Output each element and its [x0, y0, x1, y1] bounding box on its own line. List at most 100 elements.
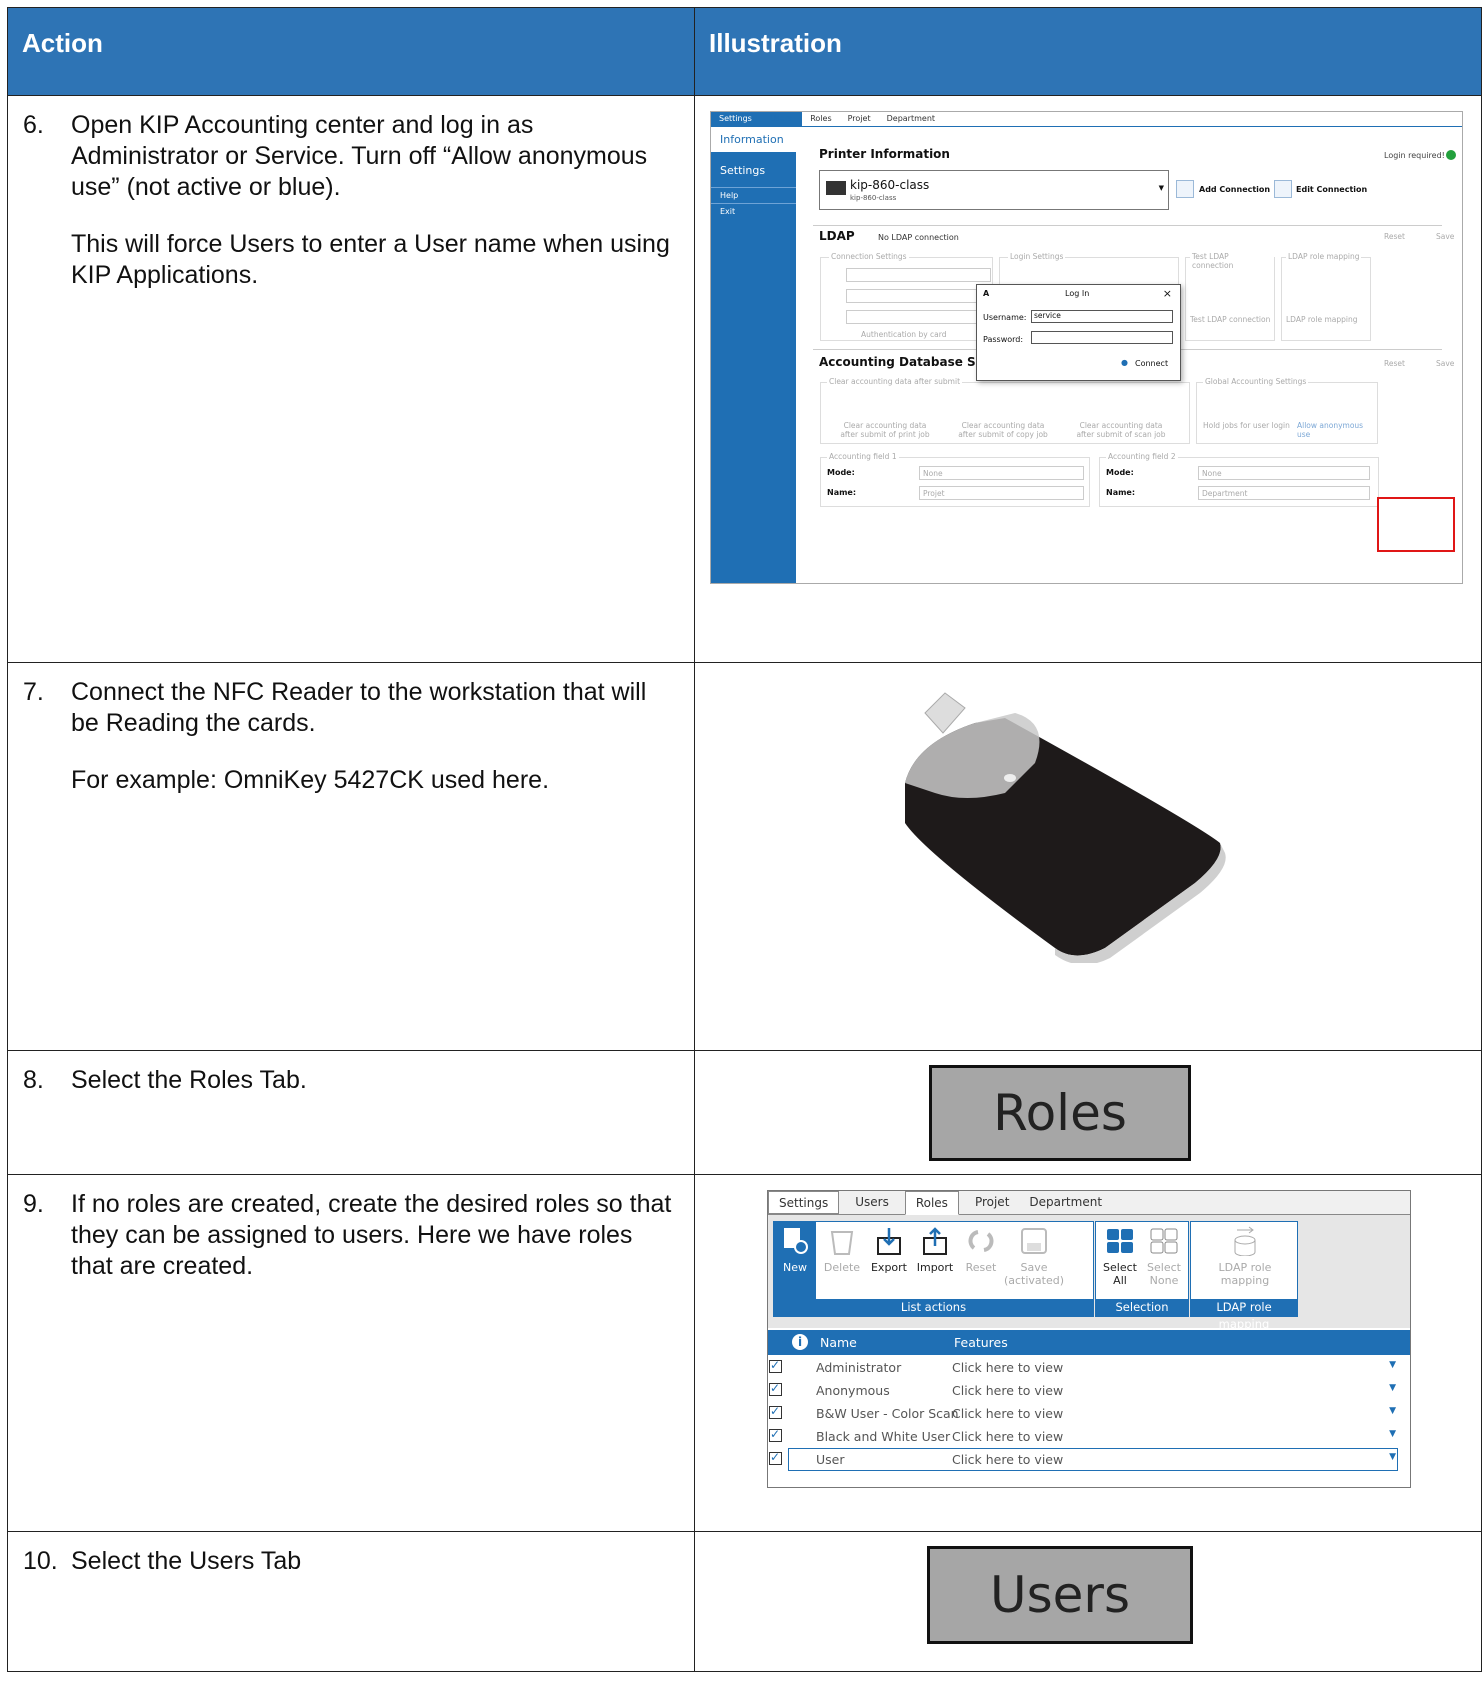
row-checkbox[interactable] — [769, 1381, 782, 1396]
tab-roles[interactable]: Roles — [904, 1191, 959, 1215]
chevron-down-icon[interactable]: ▼ — [1389, 1406, 1396, 1416]
database-icon — [1234, 1226, 1256, 1256]
clear-print-button[interactable]: Clear accounting data after submit of pr… — [835, 421, 935, 439]
connect-button[interactable]: Connect — [1135, 359, 1168, 368]
delete-button[interactable]: Delete — [820, 1222, 864, 1300]
chevron-down-icon[interactable]: ▼ — [1389, 1452, 1396, 1462]
save-icon — [1021, 1228, 1047, 1254]
edit-connection-button[interactable]: Edit Connection — [1296, 185, 1367, 194]
printer-select[interactable]: kip-860-class kip-860-class ▼ — [819, 170, 1169, 210]
table-row[interactable]: B&W User - Color Scan Click here to view… — [768, 1402, 1410, 1425]
role-features[interactable]: Click here to view — [952, 1383, 1063, 1398]
ldap-role-mapping-button[interactable]: LDAP role mapping — [1286, 315, 1357, 324]
server-field[interactable] — [846, 268, 991, 282]
clear-scan-button[interactable]: Clear accounting data after submit of sc… — [1071, 421, 1171, 439]
new-icon — [784, 1228, 808, 1254]
password-label: Password: — [983, 335, 1024, 344]
base-dn-field[interactable] — [846, 310, 991, 324]
sidebar-item-exit[interactable]: Exit — [711, 203, 796, 219]
list-actions-caption: List actions — [774, 1299, 1093, 1316]
tab-settings[interactable]: Settings — [768, 1191, 840, 1214]
sidebar-item-settings[interactable]: Settings — [711, 158, 796, 183]
login-settings-label: Login Settings — [1008, 252, 1066, 261]
select-all-icon — [1107, 1229, 1133, 1253]
accounting-reset-button[interactable]: Reset — [1384, 359, 1405, 368]
tab-users[interactable]: Users — [759, 112, 803, 126]
printer-name: kip-860-class — [850, 178, 930, 192]
table-row-selected[interactable]: User Click here to view ▼ — [768, 1448, 1410, 1471]
row-checkbox[interactable] — [769, 1358, 782, 1373]
list-actions-group: New Delete Export Import Reset Save (act… — [773, 1221, 1094, 1317]
table-row[interactable]: Black and White User Click here to view … — [768, 1425, 1410, 1448]
mode-label: Mode: — [1106, 468, 1134, 477]
row-checkbox[interactable] — [769, 1450, 782, 1465]
add-connection-icon[interactable] — [1176, 180, 1194, 198]
users-tab-button[interactable]: Users — [927, 1546, 1193, 1644]
role-features[interactable]: Click here to view — [952, 1429, 1063, 1444]
sidebar-item-help[interactable]: Help — [711, 187, 796, 203]
reset-button[interactable]: Reset — [958, 1222, 1004, 1300]
test-ldap-button[interactable]: Test LDAP connection — [1190, 315, 1270, 324]
table-row[interactable]: Administrator Click here to view ▼ — [768, 1356, 1410, 1379]
select-none-button[interactable]: Select None — [1142, 1222, 1186, 1300]
close-icon[interactable]: × — [1163, 287, 1172, 300]
role-features[interactable]: Click here to view — [952, 1452, 1063, 1467]
clear-copy-button[interactable]: Clear accounting data after submit of co… — [953, 421, 1053, 439]
hold-jobs-button[interactable]: Hold jobs for user login — [1203, 421, 1290, 430]
tab-projet[interactable]: Projet — [840, 112, 879, 126]
tab-projet[interactable]: Projet — [965, 1191, 1019, 1214]
ldap-save-button[interactable]: Save — [1436, 232, 1454, 241]
import-button[interactable]: Import — [912, 1222, 958, 1300]
row-checkbox[interactable] — [769, 1404, 782, 1419]
auth-by-card-checkbox[interactable]: Authentication by card — [861, 330, 946, 339]
tab-department[interactable]: Department — [879, 112, 943, 126]
ldap-reset-button[interactable]: Reset — [1384, 232, 1405, 241]
user-icon: ● — [1121, 358, 1128, 367]
app-icon: A — [983, 289, 990, 298]
table-row[interactable]: Anonymous Click here to view ▼ — [768, 1379, 1410, 1402]
tab-settings[interactable]: Settings — [711, 112, 760, 126]
column-name[interactable]: Name — [820, 1335, 857, 1350]
username-field[interactable]: service — [1031, 310, 1173, 323]
allow-anonymous-button[interactable]: Allow anonymous use — [1297, 421, 1377, 439]
ldap-role-mapping-button[interactable]: LDAP role mapping — [1195, 1222, 1295, 1300]
add-connection-button[interactable]: Add Connection — [1199, 185, 1270, 194]
mode-select[interactable]: None — [919, 466, 1084, 480]
edit-connection-icon[interactable] — [1274, 180, 1292, 198]
export-button[interactable]: Export — [866, 1222, 912, 1300]
row-checkbox[interactable] — [769, 1427, 782, 1442]
no-ldap-text: No LDAP connection — [878, 233, 959, 242]
step-text: Select the Roles Tab. — [71, 1066, 307, 1094]
tab-roles[interactable]: Roles — [802, 112, 839, 126]
chevron-down-icon[interactable]: ▼ — [1389, 1383, 1396, 1393]
clear-after-submit-group: Clear accounting data after submit Clear… — [820, 377, 1190, 444]
sidebar-item-information[interactable]: Information — [711, 127, 796, 152]
printer-info-title: Printer Information — [819, 147, 950, 161]
select-all-button[interactable]: Select All — [1098, 1222, 1142, 1300]
tab-department[interactable]: Department — [1019, 1191, 1112, 1214]
roles-tab-button[interactable]: Roles — [929, 1065, 1191, 1161]
new-button[interactable]: New — [774, 1222, 816, 1300]
chevron-down-icon[interactable]: ▼ — [1389, 1360, 1396, 1370]
step-9-illustration: Settings Users Roles Projet Department N… — [694, 1174, 1482, 1532]
mode-select[interactable]: None — [1198, 466, 1370, 480]
step-text: Connect the NFC Reader to the workstatio… — [71, 678, 647, 737]
info-icon: i — [792, 1334, 808, 1350]
name-field[interactable]: Projet — [919, 486, 1084, 500]
username-label: Username: — [983, 313, 1027, 322]
accounting-save-button[interactable]: Save — [1436, 359, 1454, 368]
name-value: Projet — [923, 489, 945, 498]
column-features[interactable]: Features — [954, 1335, 1008, 1350]
password-field[interactable] — [1031, 331, 1173, 344]
field-2-label: Accounting field 2 — [1106, 452, 1178, 461]
chevron-down-icon[interactable]: ▼ — [1389, 1429, 1396, 1439]
save-button[interactable]: Save (activated) — [1002, 1222, 1066, 1300]
nfc-reader-image — [905, 692, 1226, 963]
role-features[interactable]: Click here to view — [952, 1406, 1063, 1421]
tab-users[interactable]: Users — [845, 1191, 899, 1214]
port-field[interactable] — [846, 289, 991, 303]
name-field[interactable]: Department — [1198, 486, 1370, 500]
role-name: B&W User - Color Scan — [816, 1406, 959, 1421]
role-features[interactable]: Click here to view — [952, 1360, 1063, 1375]
step-8: 8. Select the Roles Tab. — [7, 1050, 695, 1175]
